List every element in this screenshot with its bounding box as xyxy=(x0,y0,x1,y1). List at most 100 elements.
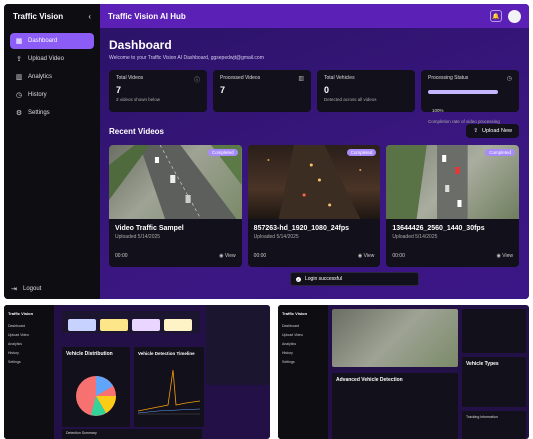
video-cards: Completed Video Traffic Sampel Uploaded … xyxy=(109,145,520,267)
panel-title: Vehicle Types xyxy=(466,361,499,367)
video-duration: 00:00 xyxy=(392,253,405,259)
sidebar-item-dashboard[interactable]: ▦ Dashboard xyxy=(10,33,94,49)
status-badge: Completed xyxy=(346,149,377,156)
video-thumbnail[interactable]: Completed xyxy=(109,145,242,219)
video-detail-preview: Traffic Vision Dashboard Upload Video An… xyxy=(278,305,529,439)
video-title: 857263-hd_1920_1080_24fps xyxy=(253,225,350,232)
sidebar-item-label: History xyxy=(28,92,47,98)
sidebar-item-label: Analytics xyxy=(28,74,53,80)
view-button[interactable]: ◉ View xyxy=(358,253,375,259)
upload-date: Uploaded 5/14/2025 xyxy=(115,234,161,240)
toast-notification: ✓ Login successful xyxy=(290,272,419,286)
main-area: Traffic Vision AI Hub 🔔 Dashboard Welcom… xyxy=(100,4,529,299)
sidebar-item-upload-video[interactable]: ⇪ Upload Video xyxy=(10,51,94,67)
video-thumbnail[interactable]: Completed xyxy=(386,145,520,219)
preview-nav-item: Upload Video xyxy=(8,333,29,337)
panel-title: Vehicle Distribution xyxy=(66,351,113,357)
sidebar-item-settings[interactable]: ⚙ Settings xyxy=(10,105,94,121)
stat-value: 7 xyxy=(116,85,122,95)
dashboard-content: Dashboard Welcome to your Traffic Vision… xyxy=(100,28,529,267)
progress-bar xyxy=(428,90,498,94)
sidebar-item-analytics[interactable]: ▥ Analytics xyxy=(10,69,94,85)
stats-row: Total Videos ⓘ 7 3 videos shown below Pr… xyxy=(109,70,519,124)
view-label: View xyxy=(502,253,514,259)
dashboard-icon: ▦ xyxy=(15,37,23,45)
analytics-icon: ▥ xyxy=(15,73,23,81)
history-icon: ◷ xyxy=(15,91,23,99)
avatar[interactable] xyxy=(508,9,521,23)
sidebar-item-history[interactable]: ◷ History xyxy=(10,87,94,103)
video-player[interactable] xyxy=(332,309,458,367)
road-image xyxy=(109,145,242,219)
stat-card-processed-videos: Processed Videos ▥ 7 xyxy=(213,70,311,112)
video-card[interactable]: Completed 857263-hd_1920_1080_24fps Uplo… xyxy=(247,145,381,267)
check-icon: ✓ xyxy=(296,276,301,282)
video-title: 13644426_2560_1440_30fps xyxy=(392,225,485,232)
video-duration: 00:00 xyxy=(253,253,267,259)
preview-nav-item: Analytics xyxy=(8,342,23,346)
upload-date: Uploaded 5/14/2025 xyxy=(253,234,299,240)
app-title: Traffic Vision AI Hub xyxy=(108,11,186,21)
status-badge: Completed xyxy=(207,149,238,156)
stat-label: Processed Videos xyxy=(220,75,261,81)
preview-sidebar: Traffic Vision Dashboard Upload Video An… xyxy=(278,305,328,439)
section-title: Recent Videos xyxy=(109,126,164,136)
video-info-panel xyxy=(462,309,526,353)
preview-nav-item: Settings xyxy=(282,360,295,364)
notification-bell-icon[interactable]: 🔔 xyxy=(490,10,502,22)
page-title: Dashboard xyxy=(109,38,172,52)
panel-title: Detection Summary xyxy=(66,431,97,435)
preview-nav-item: Dashboard xyxy=(8,324,26,328)
logout-icon: ⇥ xyxy=(11,285,17,293)
sidebar: Traffic Vision ‹ ▦ Dashboard ⇪ Upload Vi… xyxy=(4,4,100,299)
preview-nav-item: Upload Video xyxy=(282,333,303,337)
stat-card-processing-status: Processing Status ◷ 100% Completion rate… xyxy=(421,70,519,124)
sidebar-item-label: Settings xyxy=(28,110,50,116)
status-badge: Completed xyxy=(485,149,516,156)
stat-note: Detected across all videos xyxy=(324,97,377,102)
stat-note: Completion rate of video processing xyxy=(428,119,500,124)
video-thumbnail[interactable]: Completed xyxy=(247,145,381,219)
sidebar-header: Traffic Vision ‹ xyxy=(10,12,94,21)
stat-card-total-videos: Total Videos ⓘ 7 3 videos shown below xyxy=(109,70,207,112)
collapse-sidebar-icon[interactable]: ‹ xyxy=(88,12,91,21)
vehicle-types-panel: Vehicle Types xyxy=(462,357,526,407)
upload-icon: ⇪ xyxy=(16,55,22,63)
panel-title: Tracking Information xyxy=(466,415,498,419)
recent-videos-header: Recent Videos ⇪ Upload New xyxy=(109,124,519,138)
progress-percent: 100% xyxy=(432,108,444,113)
preview-nav-item: History xyxy=(282,351,293,355)
brand-name: Traffic Vision xyxy=(13,12,64,21)
view-button[interactable]: ◉ View xyxy=(219,253,236,259)
view-label: View xyxy=(224,253,236,259)
info-panel xyxy=(206,305,270,385)
logout-button[interactable]: ⇥ Logout xyxy=(10,285,41,293)
bar-chart-icon: ▥ xyxy=(298,76,304,82)
panel-title: Vehicle Detection Timeline xyxy=(138,351,195,356)
stat-note: 3 videos shown below xyxy=(116,97,161,102)
gear-icon: ⚙ xyxy=(15,109,23,117)
preview-nav-item: History xyxy=(8,351,19,355)
video-card[interactable]: Completed 13644426_2560_1440_30fps Uploa… xyxy=(386,145,520,267)
clock-icon: ◷ xyxy=(506,76,512,82)
upload-date: Uploaded 5/14/2025 xyxy=(392,234,438,240)
analytics-preview: Traffic Vision Dashboard Upload Video An… xyxy=(4,305,270,439)
preview-brand: Traffic Vision xyxy=(282,311,308,316)
video-duration: 00:00 xyxy=(115,253,128,259)
upload-new-button[interactable]: ⇪ Upload New xyxy=(466,124,519,138)
toast-message: Login successful xyxy=(305,276,342,282)
top-bar: Traffic Vision AI Hub 🔔 xyxy=(100,4,529,28)
upload-icon: ⇪ xyxy=(473,128,479,134)
welcome-text: Welcome to your Traffic Vision AI Dashbo… xyxy=(109,55,264,61)
video-card[interactable]: Completed Video Traffic Sampel Uploaded … xyxy=(109,145,242,267)
logout-label: Logout xyxy=(23,286,42,292)
advanced-detection-panel: Advanced Vehicle Detection xyxy=(332,373,458,439)
upload-new-label: Upload New xyxy=(482,128,512,134)
stat-label: Total Vehicles xyxy=(324,75,355,81)
view-button[interactable]: ◉ View xyxy=(497,253,514,259)
sidebar-item-label: Dashboard xyxy=(28,38,58,44)
app-window: Traffic Vision ‹ ▦ Dashboard ⇪ Upload Vi… xyxy=(4,4,529,299)
preview-brand: Traffic Vision xyxy=(8,311,34,316)
aerial-road-image xyxy=(386,145,468,219)
timeline-chart xyxy=(138,369,200,415)
